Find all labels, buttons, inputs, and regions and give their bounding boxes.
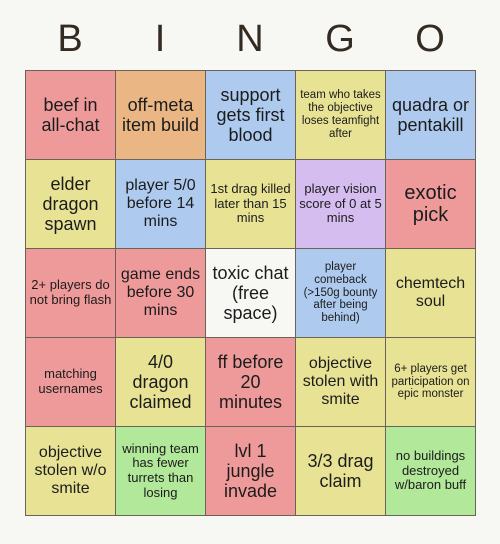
- bingo-header-letter-o: O: [415, 18, 445, 60]
- bingo-cell-label: lvl 1 jungle invade: [223, 440, 278, 502]
- bingo-cell-r1-c5[interactable]: quadra or pentakill: [386, 71, 476, 160]
- bingo-cell-label: team who takes the objective loses teamf…: [300, 89, 381, 140]
- bingo-cell-r4-c1[interactable]: matching usernames: [26, 338, 116, 427]
- bingo-cell-r5-c2[interactable]: winning team has fewer turrets than losi…: [116, 427, 206, 516]
- bingo-cell-r2-c1[interactable]: elder dragon spawn: [26, 160, 116, 249]
- bingo-cell-label: exotic pick: [404, 181, 457, 226]
- bingo-cell-label: 1st drag killed later than 15 mins: [210, 181, 291, 226]
- bingo-cell-label: objective stolen with smite: [302, 355, 379, 408]
- bingo-cell-label: 4/0 dragon claimed: [129, 351, 192, 413]
- bingo-cell-r1-c1[interactable]: beef in all-chat: [26, 71, 116, 160]
- bingo-cell-label: winning team has fewer turrets than losi…: [122, 440, 199, 500]
- bingo-cell-r2-c2[interactable]: player 5/0 before 14 mins: [116, 160, 206, 249]
- bingo-header-letter-n: N: [236, 18, 264, 60]
- bingo-cell-label: quadra or pentakill: [391, 94, 470, 135]
- bingo-cell-label: chemtech soul: [395, 275, 466, 310]
- bingo-cell-label: 2+ players do not bring flash: [29, 277, 112, 307]
- bingo-cell-label: player 5/0 before 14 mins: [125, 177, 196, 230]
- bingo-cell-label: support gets first blood: [216, 84, 285, 146]
- bingo-header-letter-g: G: [325, 18, 355, 60]
- bingo-cell-r2-c4[interactable]: player vision score of 0 at 5 mins: [296, 160, 386, 249]
- bingo-cell-r3-c1[interactable]: 2+ players do not bring flash: [26, 249, 116, 338]
- bingo-cell-r4-c3[interactable]: ff before 20 minutes: [206, 338, 296, 427]
- bingo-cell-r4-c5[interactable]: 6+ players get participation on epic mon…: [386, 338, 476, 427]
- bingo-cell-r2-c3[interactable]: 1st drag killed later than 15 mins: [206, 160, 296, 249]
- bingo-cell-label: beef in all-chat: [41, 94, 100, 135]
- bingo-cell-label: off-meta item build: [121, 94, 200, 135]
- bingo-cell-r1-c3[interactable]: support gets first blood: [206, 71, 296, 160]
- bingo-cell-r2-c5[interactable]: exotic pick: [386, 160, 476, 249]
- bingo-cell-r4-c2[interactable]: 4/0 dragon claimed: [116, 338, 206, 427]
- bingo-cell-label: no buildings destroyed w/baron buff: [394, 448, 467, 493]
- bingo-cell-label: toxic chat (free space): [212, 262, 289, 324]
- bingo-cell-label: matching usernames: [38, 366, 103, 396]
- bingo-cell-r5-c5[interactable]: no buildings destroyed w/baron buff: [386, 427, 476, 516]
- bingo-cell-r5-c3[interactable]: lvl 1 jungle invade: [206, 427, 296, 516]
- bingo-header-letter-i: I: [154, 18, 166, 60]
- bingo-cell-r1-c4[interactable]: team who takes the objective loses teamf…: [296, 71, 386, 160]
- bingo-cell-label: 3/3 drag claim: [307, 450, 374, 491]
- bingo-cell-r1-c2[interactable]: off-meta item build: [116, 71, 206, 160]
- bingo-cell-label: ff before 20 minutes: [217, 351, 284, 413]
- bingo-cell-label: elder dragon spawn: [42, 173, 99, 235]
- bingo-cell-r3-c4[interactable]: player comeback (>150g bounty after bein…: [296, 249, 386, 338]
- bingo-header-row: B I N G O: [25, 10, 475, 68]
- bingo-cell-r5-c1[interactable]: objective stolen w/o smite: [26, 427, 116, 516]
- bingo-card: B I N G O beef in all-chat off-meta item …: [0, 0, 500, 544]
- bingo-cell-label: objective stolen w/o smite: [34, 444, 107, 497]
- bingo-cell-r3-c3[interactable]: toxic chat (free space): [206, 249, 296, 338]
- bingo-header-letter-b: B: [57, 18, 83, 60]
- bingo-cell-r3-c5[interactable]: chemtech soul: [386, 249, 476, 338]
- bingo-cell-label: 6+ players get participation on epic mon…: [391, 362, 470, 401]
- bingo-cell-label: player comeback (>150g bounty after bein…: [303, 260, 378, 325]
- bingo-grid: beef in all-chat off-meta item build suppo…: [25, 70, 476, 516]
- bingo-cell-r3-c2[interactable]: game ends before 30 mins: [116, 249, 206, 338]
- bingo-cell-r5-c4[interactable]: 3/3 drag claim: [296, 427, 386, 516]
- bingo-cell-label: player vision score of 0 at 5 mins: [299, 181, 382, 226]
- bingo-cell-label: game ends before 30 mins: [120, 266, 201, 319]
- bingo-cell-r4-c4[interactable]: objective stolen with smite: [296, 338, 386, 427]
